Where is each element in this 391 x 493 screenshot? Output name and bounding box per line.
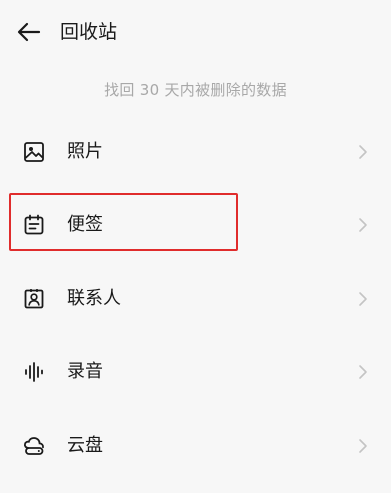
list-item-label: 录音 [67,361,103,383]
cloud-drive-icon [22,434,46,458]
list-item-recordings[interactable]: 录音 [0,336,391,410]
list-item-notes[interactable]: 便签 [0,189,391,263]
list-item-cloud-drive[interactable]: 云盘 [0,409,391,483]
notes-icon [22,213,46,237]
list-item-label: 联系人 [67,287,121,309]
chevron-right-icon [357,436,369,456]
list-item-label: 云盘 [67,434,103,456]
back-button[interactable] [14,18,44,46]
list-item-label: 照片 [67,140,103,162]
page-title: 回收站 [60,21,118,43]
header: 回收站 [0,0,391,64]
retention-hint: 找回 30 天内被删除的数据 [104,81,287,99]
list-item-contacts[interactable]: 联系人 [0,262,391,336]
list-item-photos[interactable]: 照片 [0,115,391,189]
chevron-right-icon [357,289,369,309]
arrow-left-icon [17,22,41,42]
chevron-right-icon [357,142,369,162]
list-item-label: 便签 [67,214,103,236]
chevron-right-icon [357,215,369,235]
image-icon [22,140,46,164]
chevron-right-icon [357,362,369,382]
contact-icon [22,287,46,311]
recycle-category-list: 照片 便签 联系人 录音 云盘 [0,115,391,483]
waveform-icon [22,360,46,384]
